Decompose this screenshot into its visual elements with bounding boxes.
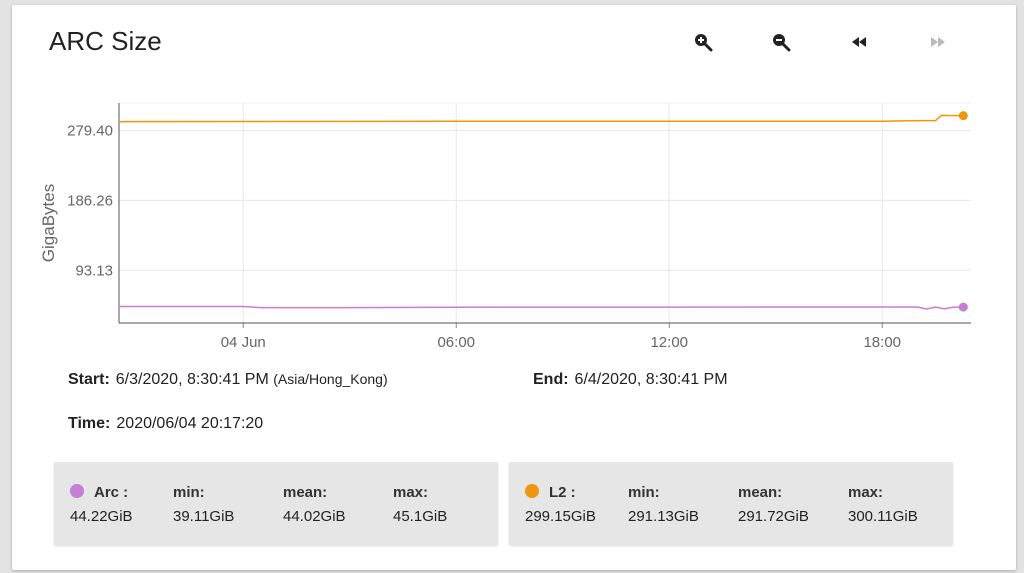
y-tick-label: 279.40 — [67, 122, 113, 139]
time-info: Time: 2020/06/04 20:17:20 — [68, 415, 263, 433]
arc-mean-label: mean: — [283, 484, 328, 501]
x-tick-label: 18:00 — [863, 334, 901, 351]
series-marker-l2 — [958, 111, 968, 121]
arc-min-label: min: — [173, 484, 205, 501]
start-info: Start: 6/3/2020, 8:30:41 PM (Asia/Hong_Ko… — [68, 371, 388, 389]
arc-max-value: 45.1GiB — [393, 508, 448, 525]
arc-current-value: 44.22GiB — [70, 508, 133, 525]
legend-l2[interactable]: L2 : 299.15GiB min: 291.13GiB mean: 291.… — [509, 462, 953, 545]
l2-min-value: 291.13GiB — [628, 508, 699, 525]
series-line-l2 — [118, 114, 964, 123]
arc-color-dot — [70, 484, 84, 498]
arc-min-value: 39.11GiB — [173, 508, 235, 525]
l2-color-dot — [525, 484, 539, 498]
time-label: Time: — [68, 415, 111, 432]
start-value: 6/3/2020, 8:30:41 PM — [115, 371, 269, 388]
series-line-arc — [119, 305, 964, 310]
y-tick-label: 93.13 — [75, 262, 113, 279]
line-chart: 93.13 186.26 279.40 04 Jun 06:00 12:00 18:00 Gi… — [39, 102, 971, 351]
start-label: Start: — [68, 371, 110, 388]
end-value: 6/4/2020, 8:30:41 PM — [574, 371, 728, 388]
l2-series-name: L2 : — [549, 484, 576, 501]
y-axis-label: GigaBytes — [39, 184, 58, 262]
y-tick-label: 186.26 — [67, 192, 113, 209]
x-tick-label: 12:00 — [650, 334, 688, 351]
l2-min-label: min: — [628, 484, 660, 501]
x-tick-label: 06:00 — [437, 334, 475, 351]
l2-mean-label: mean: — [738, 484, 783, 501]
series-marker-arc — [958, 302, 968, 312]
l2-mean-value: 291.72GiB — [738, 508, 809, 525]
l2-max-value: 300.11GiB — [848, 508, 918, 525]
end-label: End: — [533, 371, 569, 388]
arc-mean-value: 44.02GiB — [283, 508, 346, 525]
time-value: 2020/06/04 20:17:20 — [116, 415, 264, 432]
arc-series-name: Arc : — [94, 484, 129, 501]
legend-arc[interactable]: Arc : 44.22GiB min: 39.11GiB mean: 44.02… — [54, 462, 498, 545]
end-info: End: 6/4/2020, 8:30:41 PM — [533, 371, 728, 389]
x-tick-label: 04 Jun — [221, 334, 266, 351]
arc-size-card: ARC Size 93.13 186.26 279.40 04 Jun 06:00 12:… — [12, 5, 1016, 570]
arc-max-label: max: — [393, 484, 429, 501]
l2-current-value: 299.15GiB — [525, 508, 596, 525]
start-timezone: (Asia/Hong_Kong) — [273, 371, 388, 387]
l2-max-label: max: — [848, 484, 884, 501]
